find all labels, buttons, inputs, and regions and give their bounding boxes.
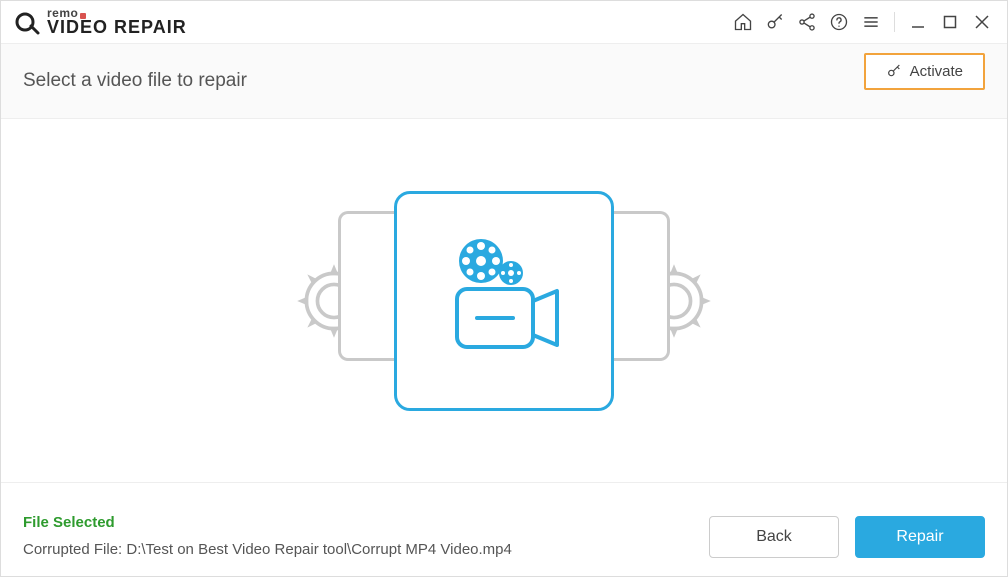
menu-icon[interactable]	[856, 7, 886, 37]
logo-mark-icon	[15, 8, 43, 36]
help-icon[interactable]	[824, 7, 854, 37]
side-panel-left	[338, 211, 398, 361]
file-info: File Selected Corrupted File: D:\Test on…	[23, 514, 512, 558]
activate-label: Activate	[910, 63, 963, 80]
side-panel-right	[610, 211, 670, 361]
key-icon[interactable]	[760, 7, 790, 37]
titlebar-icon-row	[728, 7, 997, 37]
page-title: Select a video file to repair	[23, 70, 247, 92]
home-icon[interactable]	[728, 7, 758, 37]
titlebar-separator	[894, 12, 895, 32]
share-icon[interactable]	[792, 7, 822, 37]
minimize-icon[interactable]	[903, 7, 933, 37]
titlebar: remo VIDEO REPAIR	[1, 1, 1007, 43]
activate-button[interactable]: Activate	[864, 53, 985, 90]
video-card	[394, 191, 614, 411]
close-icon[interactable]	[967, 7, 997, 37]
back-button[interactable]: Back	[709, 516, 839, 558]
main-area	[1, 119, 1007, 482]
footer-buttons: Back Repair	[709, 516, 985, 558]
logo-brand-main: VIDEO REPAIR	[47, 19, 187, 36]
video-camera-icon	[429, 231, 579, 371]
subheader: Select a video file to repair Activate	[1, 43, 1007, 119]
repair-button[interactable]: Repair	[855, 516, 985, 558]
key-icon	[886, 63, 902, 79]
status-label: File Selected	[23, 514, 512, 531]
video-file-illustration	[334, 191, 674, 411]
file-path-label: Corrupted File: D:\Test on Best Video Re…	[23, 541, 512, 558]
maximize-icon[interactable]	[935, 7, 965, 37]
footer: File Selected Corrupted File: D:\Test on…	[1, 482, 1007, 576]
app-logo: remo VIDEO REPAIR	[15, 8, 187, 36]
